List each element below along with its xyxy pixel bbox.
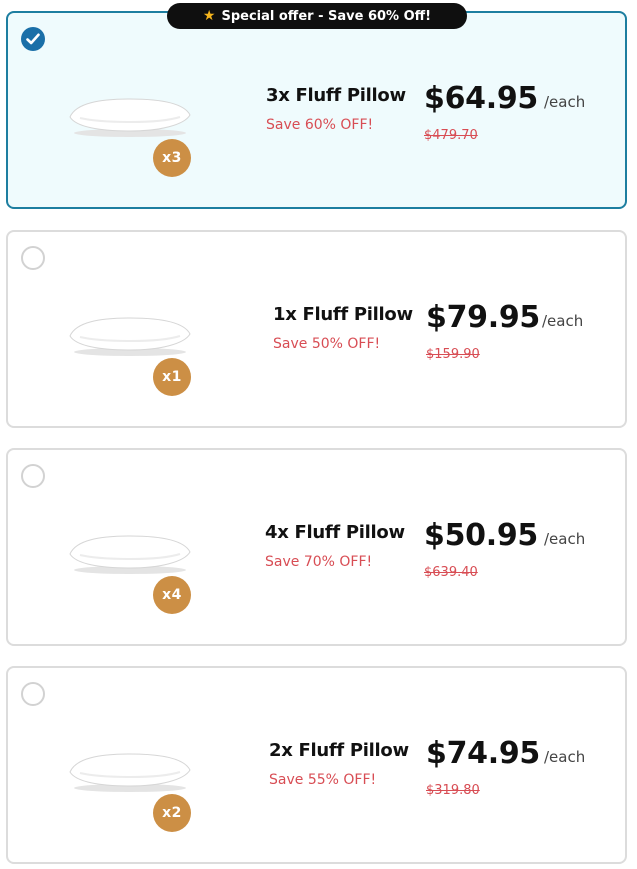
save-percentage: Save 55% OFF! (269, 772, 377, 788)
per-unit-suffix: /each (544, 93, 586, 111)
special-offer-text: Special offer - Save 60% Off! (221, 9, 432, 24)
offer-card-3-pillows[interactable]: x3 3x Fluff Pillow Save 60% OFF! $64.95 … (6, 11, 627, 209)
save-percentage: Save 50% OFF! (273, 336, 381, 352)
quantity-badge: x1 (153, 358, 191, 396)
original-price: $479.70 (424, 128, 478, 143)
pillow-image (69, 317, 191, 356)
save-percentage: Save 70% OFF! (265, 554, 373, 570)
star-icon: ★ (202, 8, 216, 24)
quantity-badge: x2 (153, 794, 191, 832)
offer-card-2-pillows[interactable]: x2 2x Fluff Pillow Save 55% OFF! $74.95 … (6, 666, 627, 864)
original-price: $159.90 (426, 347, 480, 362)
product-name: 3x Fluff Pillow (266, 85, 406, 106)
special-offer-banner: ★ Special offer - Save 60% Off! (167, 3, 467, 29)
unit-price: $50.95 (424, 518, 538, 553)
unit-price: $64.95 (424, 81, 538, 116)
unit-price: $79.95 (426, 300, 540, 335)
offer-card-4-pillows[interactable]: x4 4x Fluff Pillow Save 70% OFF! $50.95 … (6, 448, 627, 646)
per-unit-suffix: /each (544, 530, 586, 548)
per-unit-suffix: /each (544, 748, 586, 766)
unit-price: $74.95 (426, 736, 540, 771)
radio-unchecked-icon[interactable] (21, 464, 45, 488)
pillow-image (69, 535, 191, 574)
product-name: 1x Fluff Pillow (273, 304, 413, 325)
original-price: $639.40 (424, 565, 478, 580)
save-percentage: Save 60% OFF! (266, 117, 374, 133)
pillow-image (69, 98, 191, 137)
product-name: 2x Fluff Pillow (269, 740, 409, 761)
radio-unchecked-icon[interactable] (21, 682, 45, 706)
quantity-badge: x4 (153, 576, 191, 614)
radio-unchecked-icon[interactable] (21, 246, 45, 270)
pillow-image (69, 753, 191, 792)
offer-card-1-pillow[interactable]: x1 1x Fluff Pillow Save 50% OFF! $79.95 … (6, 230, 627, 428)
radio-checked-icon[interactable] (21, 27, 45, 51)
original-price: $319.80 (426, 783, 480, 798)
product-name: 4x Fluff Pillow (265, 522, 405, 543)
quantity-badge: x3 (153, 139, 191, 177)
per-unit-suffix: /each (542, 312, 584, 330)
